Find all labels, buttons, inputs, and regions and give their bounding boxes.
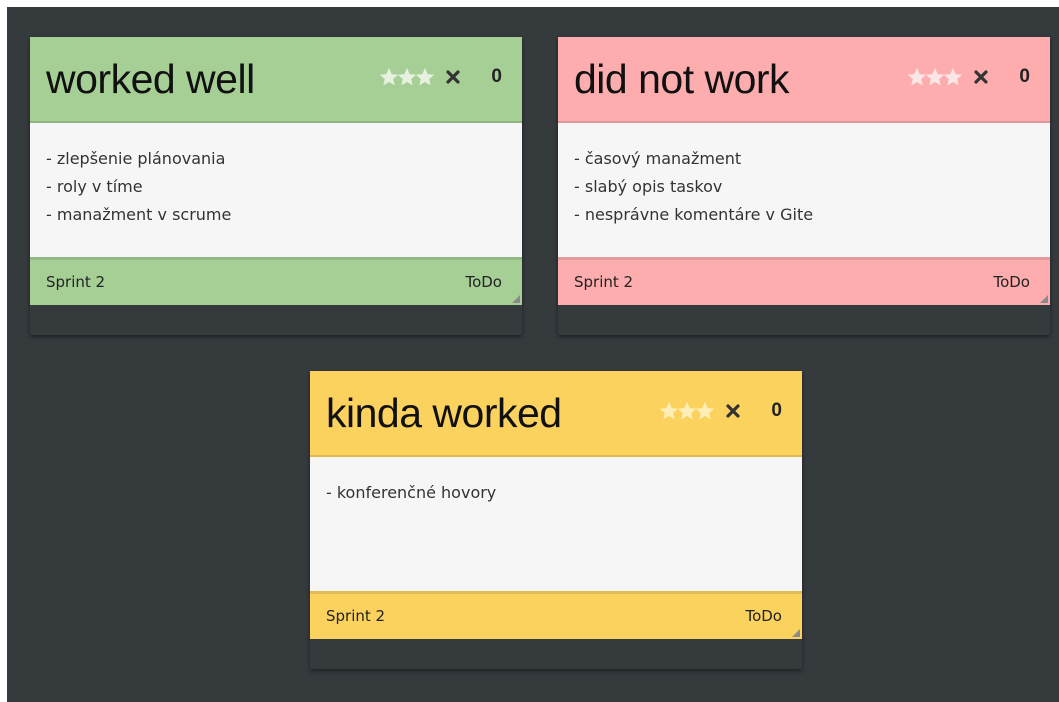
card-line: - nesprávne komentáre v Gite: [574, 205, 814, 224]
card-title[interactable]: worked well: [46, 53, 255, 105]
vote-count: 0: [1019, 66, 1030, 87]
card-body[interactable]: - zlepšenie plánovania - roly v tíme - m…: [30, 123, 522, 257]
card-body[interactable]: - konferenčné hovory: [310, 457, 802, 591]
card-controls: 0: [906, 62, 1030, 92]
card-line: - manažment v scrume: [46, 205, 232, 224]
close-icon[interactable]: [974, 70, 989, 84]
card-body[interactable]: - časový manažment - slabý opis taskov -…: [558, 123, 1050, 257]
star-icon[interactable]: [694, 400, 716, 422]
card-header[interactable]: kinda worked 0: [310, 371, 802, 457]
sprint-label: Sprint 2: [46, 273, 106, 291]
status-label[interactable]: ToDo: [745, 607, 782, 625]
star-rating: [378, 66, 435, 88]
card-footer: Sprint 2 ToDo: [310, 591, 802, 639]
status-label[interactable]: ToDo: [465, 273, 502, 291]
sprint-label: Sprint 2: [574, 273, 634, 291]
retro-board: worked well 0 - zlepšenie plánovania - r…: [7, 7, 1059, 702]
close-icon[interactable]: [726, 404, 741, 418]
resize-handle-icon[interactable]: [792, 629, 800, 637]
card-line: - konferenčné hovory: [326, 483, 497, 502]
card-kinda-worked[interactable]: kinda worked 0 - konferenčné hovory Spri…: [310, 371, 802, 669]
card-footer: Sprint 2 ToDo: [558, 257, 1050, 305]
close-icon[interactable]: [446, 70, 461, 84]
card-controls: 0: [378, 62, 502, 92]
vote-count: 0: [771, 400, 782, 421]
status-label[interactable]: ToDo: [993, 273, 1030, 291]
card-line: - slabý opis taskov: [574, 177, 723, 196]
card-header[interactable]: did not work 0: [558, 37, 1050, 123]
star-icon[interactable]: [414, 66, 436, 88]
star-icon[interactable]: [942, 66, 964, 88]
star-rating: [906, 66, 963, 88]
card-title[interactable]: did not work: [574, 53, 790, 105]
sprint-label: Sprint 2: [326, 607, 386, 625]
card-title[interactable]: kinda worked: [326, 387, 562, 439]
card-footer: Sprint 2 ToDo: [30, 257, 522, 305]
card-did-not-work[interactable]: did not work 0 - časový manažment - slab…: [558, 37, 1050, 335]
star-rating: [658, 400, 715, 422]
card-line: - časový manažment: [574, 149, 742, 168]
card-controls: 0: [658, 396, 782, 426]
resize-handle-icon[interactable]: [512, 295, 520, 303]
card-line: - roly v tíme: [46, 177, 143, 196]
card-header[interactable]: worked well 0: [30, 37, 522, 123]
card-worked-well[interactable]: worked well 0 - zlepšenie plánovania - r…: [30, 37, 522, 335]
vote-count: 0: [491, 66, 502, 87]
resize-handle-icon[interactable]: [1040, 295, 1048, 303]
card-line: - zlepšenie plánovania: [46, 149, 226, 168]
